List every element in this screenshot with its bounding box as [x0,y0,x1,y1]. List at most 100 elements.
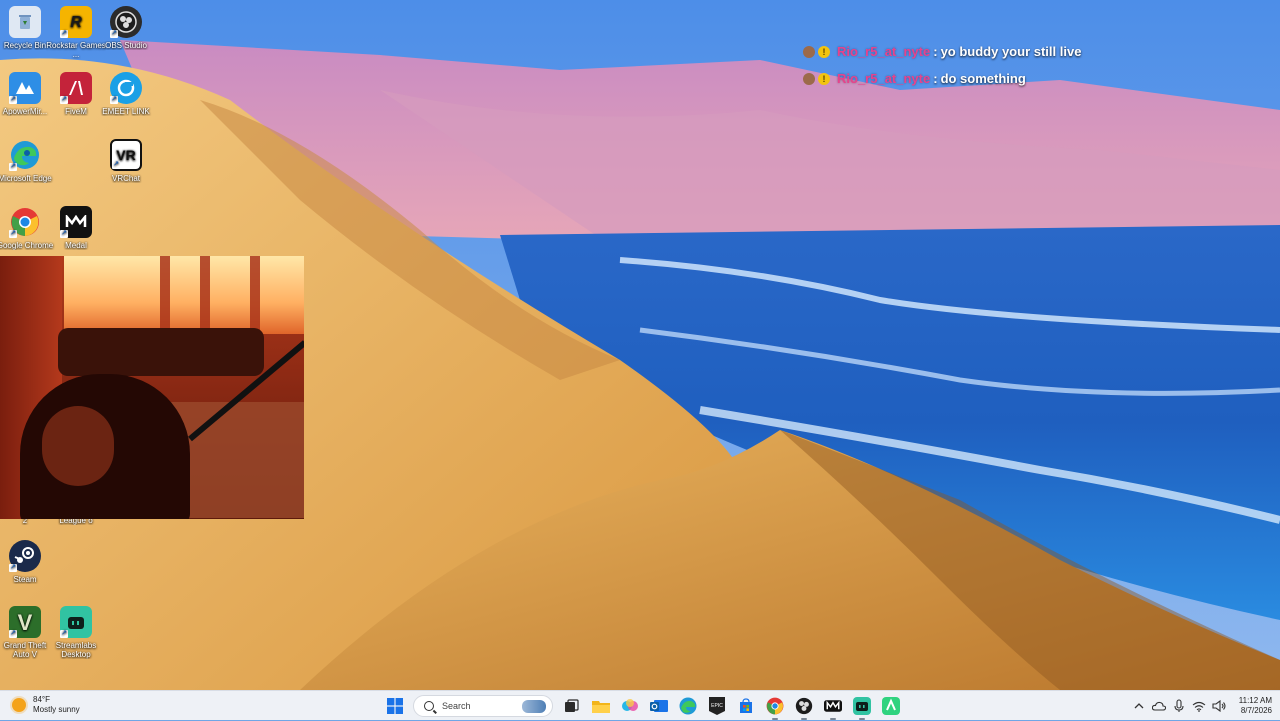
rockstar-icon: R ↗ [60,6,92,38]
sunny-weather-icon [12,698,26,712]
desktop-icon-label: Streamlabs Desktop [55,641,97,659]
desktop-icon-vrchat[interactable]: VR ↗ VRChat [96,139,156,183]
recycle-bin-icon [9,6,41,38]
store-icon [739,698,752,713]
subscriber-badge-icon: ! [818,72,830,85]
chrome-icon [766,697,783,715]
obs-icon: ↗ [110,6,142,38]
desktop-icon-steam[interactable]: ↗ Steam [0,540,55,584]
taskbar-search[interactable]: Search [413,695,553,717]
chat-message: ! Rio_r5_at_nyte : do something [803,65,1081,92]
desktop-icon-medal[interactable]: ↗ Medal [46,206,106,250]
copilot-icon [621,699,638,711]
desktop-icon-label: Medal [65,241,87,250]
obs-icon [795,697,812,715]
chat-username: Rio_r5_at_nyte [837,44,931,59]
cloud-icon[interactable] [1151,698,1167,714]
outlook-icon [649,700,668,712]
taskbar-edge[interactable] [676,694,700,718]
medal-icon [823,700,842,712]
windows-logo-icon [386,698,403,714]
taskbar-apps: Search EPIC [380,694,905,720]
desktop-icon-streamlabs[interactable]: ↗ Streamlabs Desktop [46,606,106,659]
desktop-icon-label: Microsoft Edge [0,174,52,183]
subscriber-badge-icon: ! [818,45,830,58]
weather-temp: 84°F [33,695,50,704]
desktop-icon-obs-studio[interactable]: ↗ OBS Studio [96,6,156,50]
weather-condition: Mostly sunny [33,705,80,714]
chat-separator: : [933,44,938,59]
chat-text: do something [940,71,1026,86]
chrome-icon: ↗ [9,206,41,238]
webcam-face [42,406,114,486]
streamlabs-icon [852,697,871,715]
weather-text: 84°F Mostly sunny [33,695,80,715]
chat-separator: : [933,71,938,86]
shortcut-arrow-icon: ↗ [112,161,120,169]
svg-text:EPIC: EPIC [711,703,723,709]
microphone-icon[interactable] [1171,698,1187,714]
taskbar-clock[interactable]: 11:12 AM 8/7/2026 [1239,696,1272,716]
taskbar: 84°F Mostly sunny Search EPIC 11:12 AM 8… [0,690,1280,720]
taskbar-green-app[interactable] [879,694,903,718]
taskbar-chrome[interactable] [763,694,787,720]
webcam-curtain [200,256,210,336]
shortcut-arrow-icon: ↗ [9,564,17,572]
desktop-icon-microsoft-edge[interactable]: ↗ Microsoft Edge [0,139,55,183]
taskbar-file-explorer[interactable] [589,694,613,718]
user-badge-icon [803,45,815,58]
taskbar-microsoft-store[interactable] [734,694,758,718]
desktop-icon-label: Steam [13,575,37,584]
start-button[interactable] [383,694,407,718]
webcam-window-light [64,256,304,334]
taskbar-medal[interactable] [821,694,845,720]
desktop-icon-label: OBS Studio [105,41,147,50]
epic-games-icon: EPIC [708,697,725,715]
desktop-icon-label: EMEET LINK [102,107,150,116]
weather-widget[interactable]: 84°F Mostly sunny [12,695,80,715]
shortcut-arrow-icon: ↗ [110,30,118,38]
taskbar-streamlabs[interactable] [850,694,874,720]
fivem-icon: ↗ [60,72,92,104]
shortcut-arrow-icon: ↗ [9,163,17,171]
webcam-sofa [58,328,264,376]
shortcut-arrow-icon: ↗ [110,96,118,104]
webcam-overlay [0,256,304,519]
shortcut-arrow-icon: ↗ [9,230,17,238]
task-view-button[interactable] [560,694,584,718]
shortcut-arrow-icon: ↗ [60,96,68,104]
clock-date: 8/7/2026 [1240,706,1272,715]
desktop-icon-emeet-link[interactable]: ↗ EMEET LINK [96,72,156,116]
user-badge-icon [803,72,815,85]
speaker-icon[interactable] [1211,698,1227,714]
streamlabs-icon: ↗ [60,606,92,638]
taskbar-copilot[interactable] [618,694,642,718]
chat-username: Rio_r5_at_nyte [837,71,931,86]
system-tray: 11:12 AM 8/7/2026 [1129,691,1272,721]
chevron-up-icon[interactable] [1131,698,1147,714]
wifi-icon[interactable] [1191,698,1207,714]
stream-chat-overlay: ! Rio_r5_at_nyte : yo buddy your still l… [803,38,1081,92]
taskbar-obs[interactable] [792,694,816,720]
clock-time: 11:12 AM [1238,696,1272,705]
vrchat-icon: VR ↗ [110,139,142,171]
task-view-icon [564,699,579,712]
edge-icon: ↗ [9,139,41,171]
medal-icon: ↗ [60,206,92,238]
chat-text: yo buddy your still live [940,44,1082,59]
webcam-curtain [160,256,170,336]
shortcut-arrow-icon: ↗ [9,96,17,104]
search-icon [424,701,434,711]
shortcut-arrow-icon: ↗ [60,230,68,238]
webcam-curtain [250,256,260,336]
chat-message: ! Rio_r5_at_nyte : yo buddy your still l… [803,38,1081,65]
folder-icon [591,701,610,713]
shortcut-arrow-icon: ↗ [60,30,68,38]
search-highlight-icon [522,700,546,713]
taskbar-epic-games[interactable]: EPIC [705,694,729,718]
shortcut-arrow-icon: ↗ [9,630,17,638]
shortcut-arrow-icon: ↗ [60,630,68,638]
taskbar-outlook[interactable] [647,694,671,718]
steam-icon: ↗ [9,540,41,572]
edge-icon [679,697,696,715]
